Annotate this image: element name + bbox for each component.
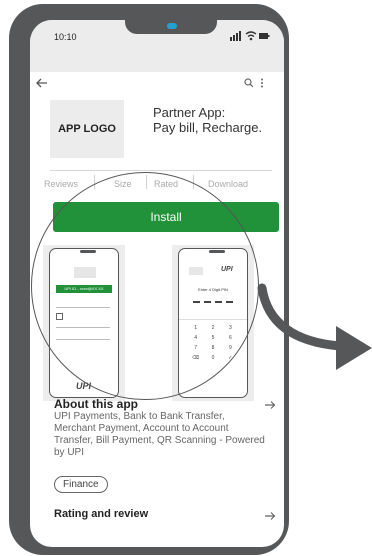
app-title-line1: Partner App:: [153, 105, 226, 120]
rating-title: Rating and review: [54, 508, 149, 520]
wifi-icon: [245, 31, 257, 41]
about-title: About this app: [54, 397, 138, 411]
signal-icon: [230, 31, 241, 41]
status-icons: [230, 31, 270, 41]
more-icon[interactable]: [260, 78, 264, 88]
camera-icon: [167, 23, 177, 29]
category-chip[interactable]: Finance: [54, 476, 108, 493]
battery-icon: [259, 33, 270, 39]
app-toolbar: [30, 72, 284, 94]
back-arrow-icon[interactable]: [36, 78, 48, 88]
divider-top: [50, 170, 272, 171]
pointer-arrow-icon: [257, 283, 372, 370]
highlight-circle: [31, 172, 259, 400]
rating-arrow-icon[interactable]: [264, 511, 276, 521]
app-logo: APP LOGO: [50, 100, 124, 158]
app-title: Partner App: Pay bill, Recharge.: [153, 105, 278, 135]
tab-download[interactable]: Download: [208, 179, 248, 189]
app-title-line2: Pay bill, Recharge.: [153, 120, 263, 135]
status-time: 10:10: [54, 32, 77, 42]
tab-reviews[interactable]: Reviews: [44, 179, 78, 189]
about-description: UPI Payments, Bank to Bank Transfer, Mer…: [54, 411, 265, 458]
search-icon[interactable]: [244, 78, 254, 88]
